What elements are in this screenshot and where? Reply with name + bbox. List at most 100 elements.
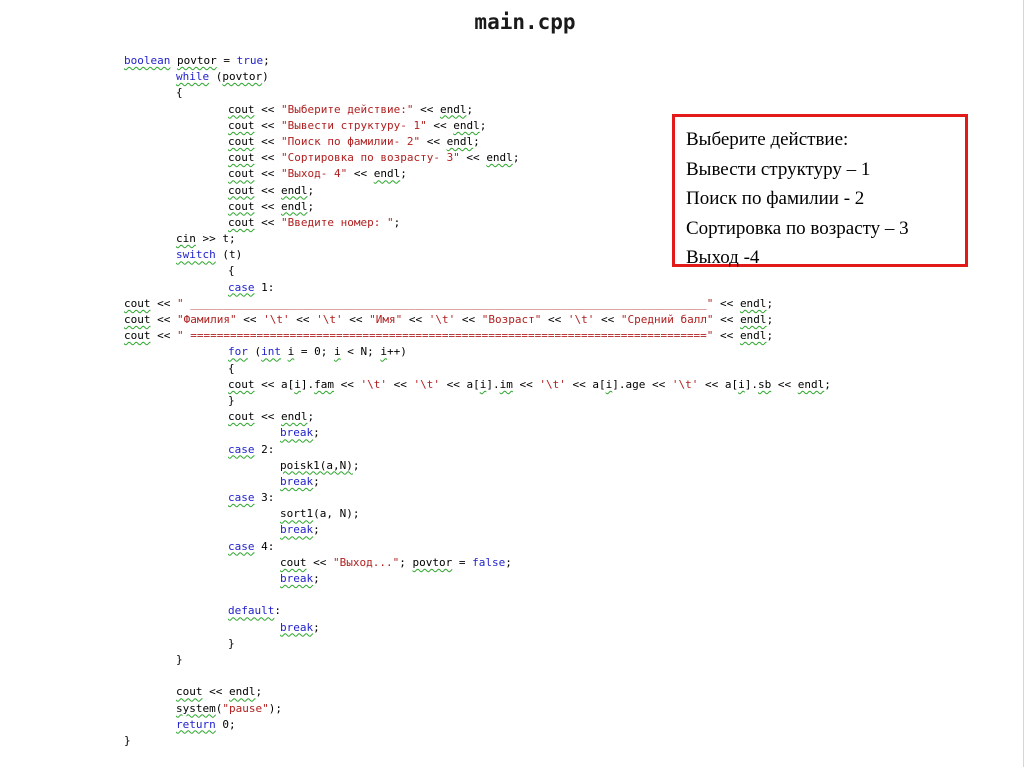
code-token: cout [124,313,151,326]
code-line: case 4: [124,539,831,555]
code-token: false [472,555,506,569]
code-token: : [274,604,281,618]
code-token: cout [280,555,307,569]
code-token: "Возраст" [481,313,542,326]
code-token: ; [766,296,774,310]
code-token: boolean [124,54,171,67]
code-token: endl [740,313,767,326]
code-token: ( [209,70,223,84]
code-line: cout << "Выход..."; povtor = false; [124,555,831,571]
code-token: << [420,134,447,148]
code-token: ; [255,685,263,699]
code-token: cout [228,118,255,132]
code-token: ; [393,215,401,229]
code-token: = [216,54,237,67]
code-line: boolean povtor = true; [124,53,831,69]
code-token: ; [313,426,320,440]
code-token: << [254,118,281,132]
code-line: cout << endl; [124,684,831,700]
code-token: << [512,377,540,391]
code-token: cout [228,377,255,391]
code-token: ; [313,620,320,634]
code-token: ( [247,345,262,359]
code-token: cout [228,151,255,165]
code-token: ; [400,167,407,181]
code-line: cout << endl; [124,409,831,425]
code-line: break; [124,522,831,538]
code-line: break; [124,571,831,587]
console-output-box: Выберите действие: Вывести структуру – 1… [672,114,968,268]
code-token: '\t' [428,313,456,326]
code-line: poisk1(a,N); [124,458,831,474]
code-token: << [713,296,740,310]
code-token: << [254,183,281,197]
code-line: } [124,652,831,668]
code-line: } [124,636,831,652]
code-line: case 3: [124,490,831,506]
code-token: cout [228,183,255,197]
code-token: 1: [254,280,275,294]
code-token: 2: [254,442,275,456]
code-token: " ______________________________________… [177,296,714,310]
code-token: ++) [387,345,407,359]
code-token: sb [757,377,772,391]
code-token: << [254,215,281,229]
code-token: switch [176,248,216,262]
slide: main.cpp boolean povtor = true; while (po… [0,0,1024,767]
code-token: (a, N); [313,507,360,521]
code-token: "Вывести структуру- 1" [281,118,427,132]
code-token: return [176,717,216,731]
code-line: break; [124,425,831,441]
code-line: cout << a[i].fam << '\t' << '\t' << a[i]… [124,377,831,393]
code-token: = [452,555,473,569]
menu-line: Вывести структуру – 1 [686,158,871,180]
code-token: cin [176,232,196,246]
code-token: cout [176,685,203,699]
code-token: } [228,393,235,407]
code-token: case [228,491,255,505]
code-token: true [236,54,264,67]
code-line: system("pause"); [124,701,831,717]
code-line: sort1(a, N); [124,506,831,522]
code-token: povtor [222,70,263,84]
code-token: endl [453,118,480,132]
code-token: break [280,474,314,488]
code-token: ; [263,54,270,67]
code-token: >> t; [195,232,236,246]
code-token: << [455,313,482,326]
code-token: for [228,345,248,359]
code-token: << [150,313,177,326]
code-token: poisk1(a,N) [280,458,353,472]
code-token: cout [124,329,151,343]
code-token: << [236,313,264,326]
menu-line: Выход -4 [686,247,760,268]
code-line: while (povtor) [124,69,831,85]
code-token: < N; [340,345,381,359]
code-token: case [228,539,255,553]
code-token: ].age << [612,377,672,391]
code-token: '\t' [539,377,566,391]
code-token: i [738,377,745,391]
code-token: endl [281,199,308,213]
code-token: ; [313,474,320,488]
code-token: ; [399,555,413,569]
code-token: '\t' [671,377,699,391]
code-line: break; [124,474,831,490]
code-token: << [254,167,281,181]
code-token: '\t' [263,313,290,326]
code-token: 4: [254,539,275,553]
code-token: "Выход..." [333,555,400,569]
code-line: for (int i = 0; i < N; i++) [124,344,831,360]
code-token: << [713,313,741,326]
code-token: } [228,636,235,650]
code-token: << [254,102,281,116]
code-token: '\t' [360,377,388,391]
code-token: ; [307,183,315,197]
code-token: default [228,604,275,618]
code-token: "Средний балл" [620,313,714,326]
code-token: << [306,555,333,569]
code-line: break; [124,620,831,636]
